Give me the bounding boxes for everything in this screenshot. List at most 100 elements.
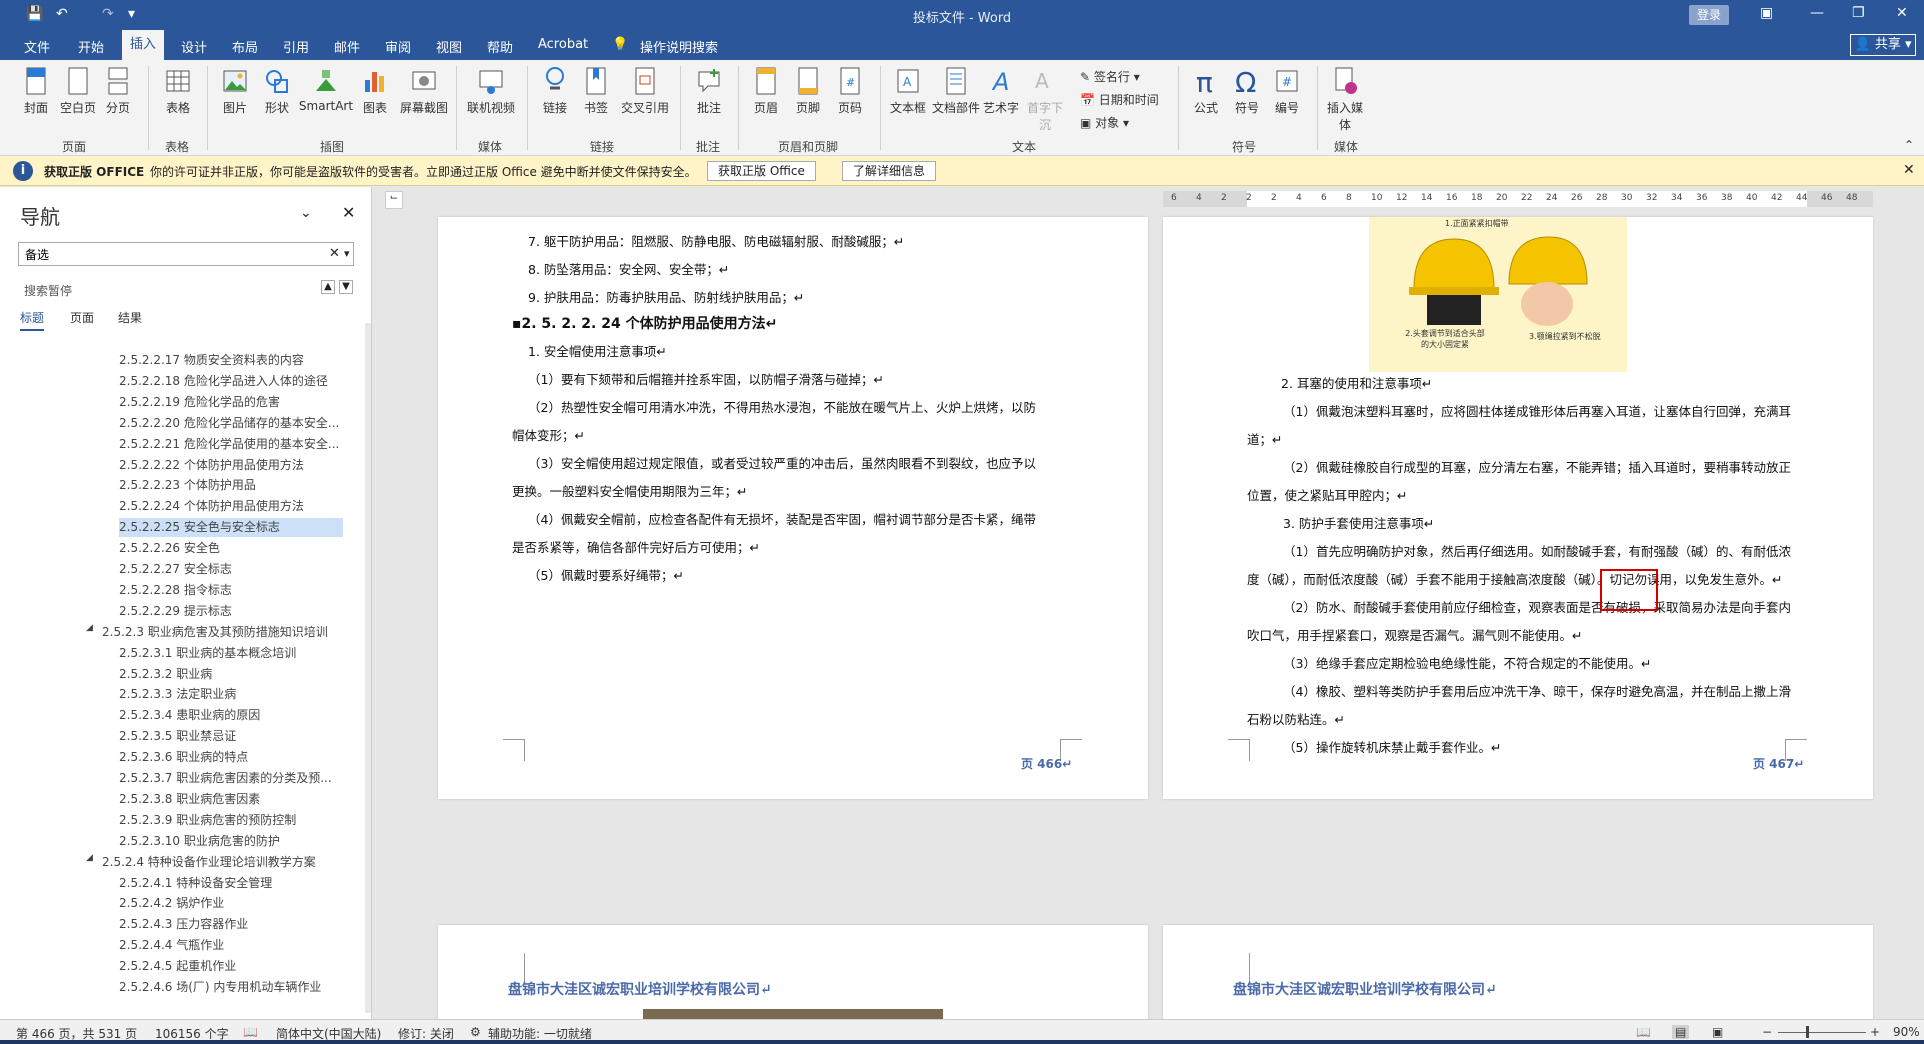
page-break-button[interactable]: 分页 xyxy=(95,66,141,116)
nav-tab-pages[interactable]: 页面 xyxy=(70,309,94,326)
nav-heading-item[interactable]: 2.5.2.3.1 职业病的基本概念培训 xyxy=(119,644,296,661)
nav-heading-item[interactable]: 2.5.2.2.19 危险化学品的危害 xyxy=(119,393,280,410)
get-genuine-button[interactable]: 获取正版 Office xyxy=(707,161,816,181)
read-mode-icon[interactable]: 📖 xyxy=(1636,1025,1651,1039)
tab-home[interactable]: 开始 xyxy=(78,37,104,56)
online-video-button[interactable]: 联机视频 xyxy=(462,66,520,116)
tab-acrobat[interactable]: Acrobat xyxy=(538,37,588,52)
comment-button[interactable]: 批注 xyxy=(686,66,732,116)
nav-options-icon[interactable]: ⌄ xyxy=(300,205,312,221)
object-button[interactable]: ▣ 对象 ▾ xyxy=(1080,114,1129,131)
tab-references[interactable]: 引用 xyxy=(283,37,309,56)
nav-heading-item[interactable]: 2.5.2.3.6 职业病的特点 xyxy=(119,748,248,765)
screenshot-button[interactable]: 屏幕截图 xyxy=(396,66,452,116)
nav-heading-item[interactable]: 2.5.2.2.25 安全色与安全标志 xyxy=(119,518,343,538)
quick-parts-button[interactable]: 文档部件 xyxy=(930,66,982,116)
login-button[interactable]: 登录 xyxy=(1689,5,1729,25)
nav-heading-item[interactable]: 2.5.2.2.20 危险化学品储存的基本安全... xyxy=(119,414,339,431)
nav-heading-item[interactable]: 2.5.2.2.28 指令标志 xyxy=(119,581,232,598)
nav-heading-item[interactable]: 2.5.2.3.7 职业病危害因素的分类及预... xyxy=(119,769,332,786)
collapse-triangle-icon[interactable]: ◢ xyxy=(86,623,93,633)
collapse-triangle-icon[interactable]: ◢ xyxy=(86,853,93,863)
nav-heading-item[interactable]: 2.5.2.2.18 危险化学品进入人体的途径 xyxy=(119,372,328,389)
tab-insert[interactable]: 插入 xyxy=(122,30,165,60)
picture-button[interactable]: 图片 xyxy=(212,66,258,116)
nav-close-icon[interactable]: ✕ xyxy=(342,203,355,222)
nav-heading-item[interactable]: 2.5.2.2.29 提示标志 xyxy=(119,602,232,619)
tab-review[interactable]: 审阅 xyxy=(385,37,411,56)
restore-icon[interactable]: ❐ xyxy=(1852,5,1865,21)
nav-heading-item[interactable]: 2.5.2.3.9 职业病危害的预防控制 xyxy=(119,811,296,828)
bookmark-button[interactable]: 书签 xyxy=(573,66,619,116)
header-button[interactable]: 页眉 xyxy=(743,66,789,116)
nav-heading-item[interactable]: 2.5.2.2.23 个体防护用品 xyxy=(119,476,256,493)
nav-heading-item[interactable]: 2.5.2.4 特种设备作业理论培训教学方案 xyxy=(102,853,316,870)
web-layout-icon[interactable]: ▣ xyxy=(1712,1025,1723,1039)
share-button[interactable]: 👤 共享 ▾ xyxy=(1850,34,1916,56)
signature-line-button[interactable]: ✎ 签名行 ▾ xyxy=(1080,68,1140,85)
textbox-button[interactable]: A 文本框 xyxy=(885,66,931,116)
zoom-slider-thumb[interactable] xyxy=(1806,1026,1809,1038)
smartart-button[interactable]: SmartArt xyxy=(296,66,356,113)
tell-me-search[interactable]: 操作说明搜索 xyxy=(640,37,718,56)
cover-page-button[interactable]: 封面 xyxy=(13,66,59,116)
tab-selector-icon[interactable]: ⌙ xyxy=(385,191,403,209)
nav-heading-item[interactable]: 2.5.2.4.3 压力容器作业 xyxy=(119,915,248,932)
horizontal-ruler[interactable]: 6 4 2 2 2 4 6 8 10 12 14 16 18 20 22 24 26 28 30 32 34 36 38 40… xyxy=(1163,191,1873,207)
proofing-icon[interactable]: 📖 xyxy=(243,1025,258,1039)
clear-search-icon[interactable]: ✕ xyxy=(329,246,340,261)
nav-heading-item[interactable]: 2.5.2.4.5 起重机作业 xyxy=(119,957,236,974)
tab-mailings[interactable]: 邮件 xyxy=(334,37,360,56)
zoom-in-icon[interactable]: + xyxy=(1870,1025,1880,1039)
nav-heading-item[interactable]: 2.5.2.3.3 法定职业病 xyxy=(119,685,236,702)
prev-result-icon[interactable]: ▲ xyxy=(321,280,335,294)
search-dropdown-icon[interactable]: ▾ xyxy=(344,247,350,260)
footer-button[interactable]: 页脚 xyxy=(785,66,831,116)
shapes-button[interactable]: 形状 xyxy=(254,66,300,116)
zoom-slider[interactable] xyxy=(1778,1032,1866,1033)
numbering-button[interactable]: # 编号 xyxy=(1264,66,1310,116)
zoom-level[interactable]: 90% xyxy=(1893,1025,1920,1039)
nav-heading-item[interactable]: 2.5.2.4.2 锅炉作业 xyxy=(119,894,224,911)
tab-view[interactable]: 视图 xyxy=(436,37,462,56)
nav-heading-item[interactable]: 2.5.2.2.27 安全标志 xyxy=(119,560,232,577)
nav-heading-item[interactable]: 2.5.2.2.21 危险化学品使用的基本安全... xyxy=(119,435,339,452)
minimize-icon[interactable]: — xyxy=(1810,5,1824,21)
nav-heading-item[interactable]: 2.5.2.4.1 特种设备安全管理 xyxy=(119,874,272,891)
ribbon-display-icon[interactable]: ▣ xyxy=(1760,5,1773,21)
nav-heading-item[interactable]: 2.5.2.2.26 安全色 xyxy=(119,539,220,556)
insert-media-button[interactable]: 插入媒体 xyxy=(1322,66,1368,133)
nav-tab-results[interactable]: 结果 xyxy=(118,309,142,326)
equation-button[interactable]: π 公式 xyxy=(1183,66,1229,116)
nav-heading-item[interactable]: 2.5.2.2.17 物质安全资料表的内容 xyxy=(119,351,304,368)
nav-heading-item[interactable]: 2.5.2.3 职业病危害及其预防措施知识培训 xyxy=(102,623,328,640)
print-layout-icon[interactable]: ▤ xyxy=(1672,1025,1690,1039)
chart-button[interactable]: 图表 xyxy=(352,66,398,116)
nav-search-input[interactable] xyxy=(19,243,309,265)
nav-heading-item[interactable]: 2.5.2.3.4 患职业病的原因 xyxy=(119,706,260,723)
link-button[interactable]: 链接 xyxy=(532,66,578,116)
table-button[interactable]: 表格 xyxy=(155,66,201,116)
close-banner-icon[interactable]: ✕ xyxy=(1903,162,1915,178)
nav-heading-item[interactable]: 2.5.2.2.24 个体防护用品使用方法 xyxy=(119,497,304,514)
nav-heading-item[interactable]: 2.5.2.4.4 气瓶作业 xyxy=(119,936,224,953)
close-icon[interactable]: ✕ xyxy=(1896,5,1908,21)
page-number-button[interactable]: # 页码 xyxy=(827,66,873,116)
collapse-ribbon-icon[interactable]: ⌃ xyxy=(1904,138,1914,152)
tab-help[interactable]: 帮助 xyxy=(487,37,513,56)
nav-heading-item[interactable]: 2.5.2.3.10 职业病危害的防护 xyxy=(119,832,280,849)
nav-heading-item[interactable]: 2.5.2.4.6 场(厂) 内专用机动车辆作业 xyxy=(119,978,321,995)
next-result-icon[interactable]: ▼ xyxy=(339,280,353,294)
drop-cap-button[interactable]: A 首字下沉 xyxy=(1022,66,1068,133)
nav-heading-item[interactable]: 2.5.2.3.5 职业禁忌证 xyxy=(119,727,236,744)
tab-design[interactable]: 设计 xyxy=(181,37,207,56)
nav-heading-item[interactable]: 2.5.2.2.22 个体防护用品使用方法 xyxy=(119,456,304,473)
zoom-out-icon[interactable]: − xyxy=(1762,1025,1772,1039)
cross-reference-button[interactable]: 交叉引用 xyxy=(617,66,673,116)
nav-tab-headings[interactable]: 标题 xyxy=(20,309,45,331)
nav-heading-item[interactable]: 2.5.2.3.2 职业病 xyxy=(119,665,212,682)
nav-scrollbar[interactable] xyxy=(365,323,371,1013)
date-time-button[interactable]: 📅 日期和时间 xyxy=(1080,91,1159,108)
tab-file[interactable]: 文件 xyxy=(24,37,50,56)
tab-layout[interactable]: 布局 xyxy=(232,37,258,56)
